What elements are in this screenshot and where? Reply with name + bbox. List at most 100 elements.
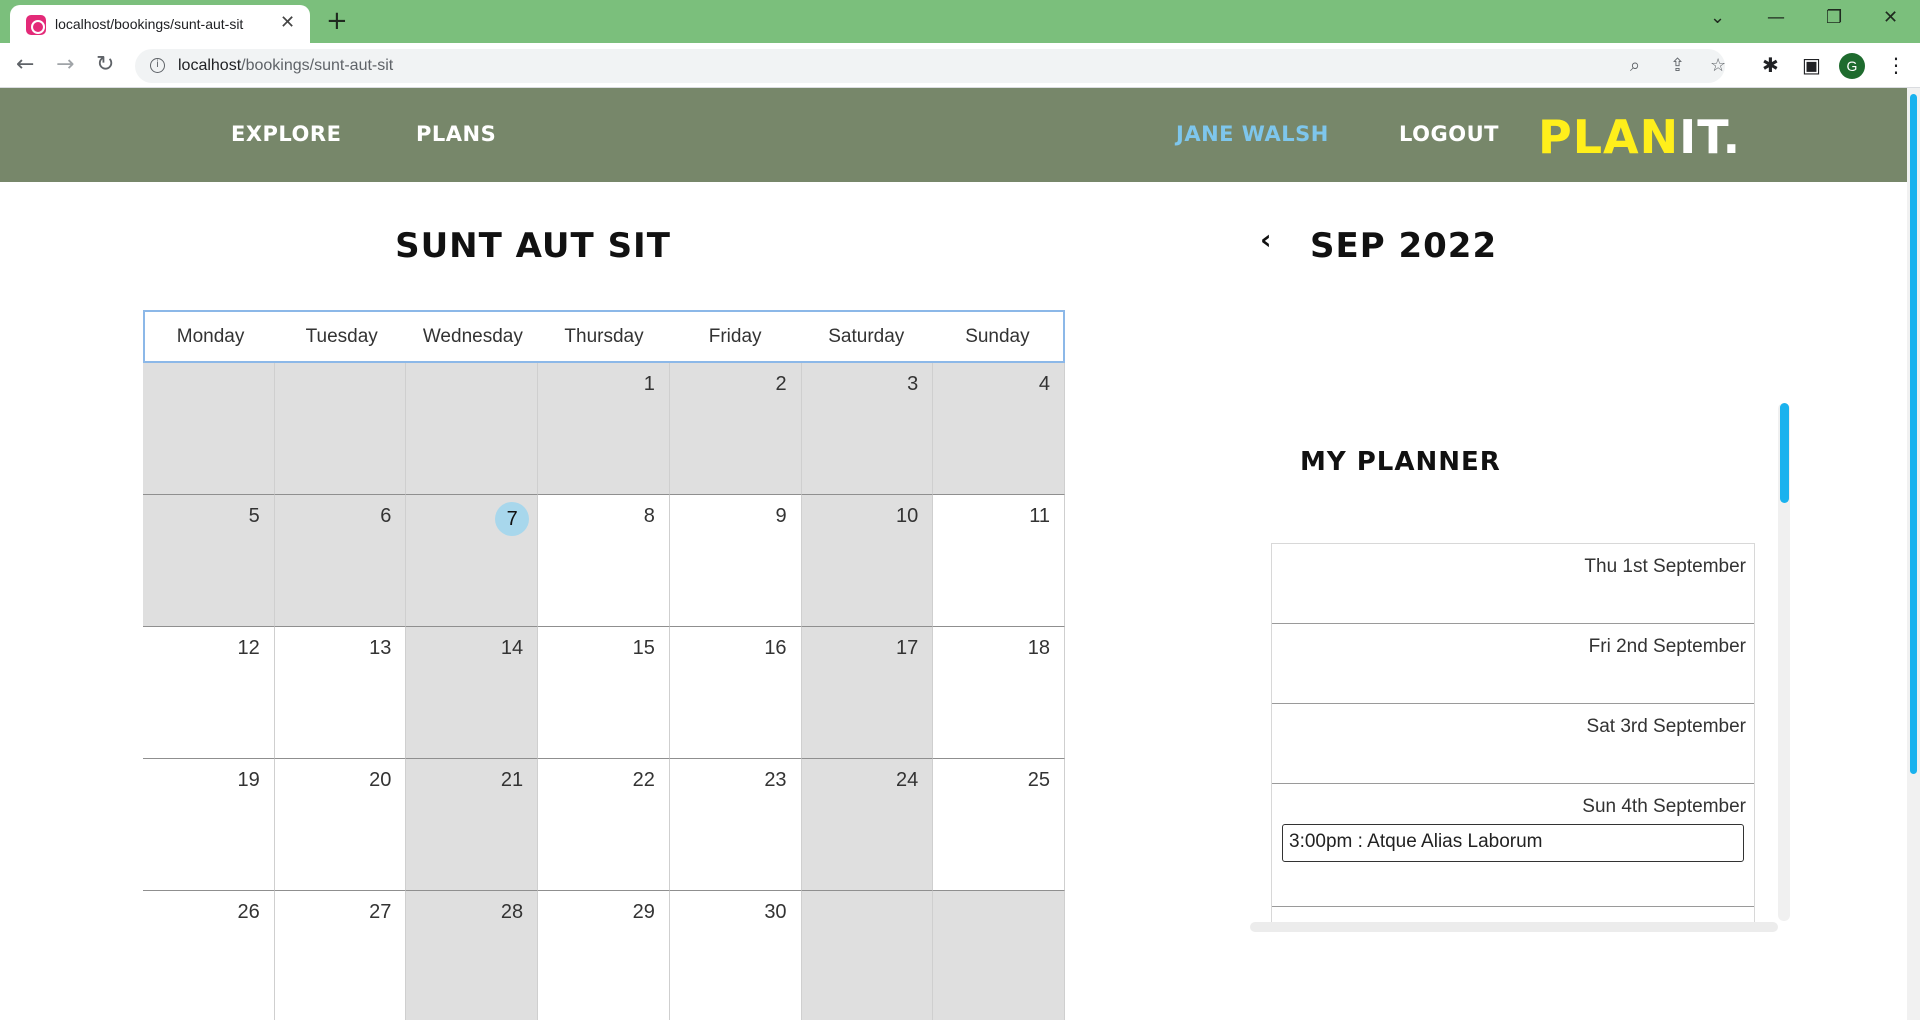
planner-event[interactable]: 3:00pm : Atque Alias Laborum [1282, 824, 1744, 862]
tab-search-chevron-icon[interactable]: ⌄ [1710, 6, 1725, 30]
menu-kebab-icon[interactable]: ⋮ [1886, 53, 1906, 77]
calendar-day[interactable]: 20 [274, 759, 407, 891]
planner-day: Sun 4th September 3:00pm : Atque Alias L… [1272, 784, 1754, 907]
nav-logout-link[interactable]: LOGOUT [1399, 122, 1499, 146]
calendar-day[interactable]: 29 [538, 891, 670, 1020]
planner-list[interactable]: Thu 1st September Fri 2nd September Sat … [1271, 543, 1755, 923]
day-number: 2 [775, 373, 787, 395]
nav-user-link[interactable]: JANE WALSH [1176, 122, 1329, 146]
calendar-day[interactable]: 17 [801, 627, 934, 759]
browser-tab[interactable]: localhost/bookings/sunt-aut-sit ✕ [10, 5, 310, 43]
calendar-day[interactable]: 30 [669, 891, 802, 1020]
calendar-day[interactable]: 2 [669, 363, 802, 495]
calendar-day[interactable]: 10 [801, 495, 934, 627]
browser-toolbar: ← → ↻ i localhost/bookings/sunt-aut-sit … [0, 43, 1920, 88]
tab-title: localhost/bookings/sunt-aut-sit [55, 16, 244, 32]
calendar-day[interactable]: 11 [933, 495, 1065, 627]
nav-explore-link[interactable]: EXPLORE [231, 122, 341, 146]
weekday-label: Tuesday [305, 326, 378, 347]
calendar-day-today[interactable]: 7 [406, 495, 539, 627]
calendar-day[interactable]: 13 [274, 627, 407, 759]
planit-logo[interactable]: PLANIT. [1538, 110, 1741, 164]
weekday-label: Saturday [828, 326, 905, 347]
calendar-day[interactable]: 19 [143, 759, 275, 891]
calendar-day[interactable]: 25 [933, 759, 1065, 891]
planner-date: Sat 3rd September [1586, 716, 1746, 737]
forward-arrow-icon[interactable]: → [56, 53, 74, 77]
page-scrollbar-thumb[interactable] [1910, 94, 1917, 774]
day-number: 23 [764, 769, 787, 791]
reload-icon[interactable]: ↻ [96, 53, 114, 77]
calendar-day-empty [406, 363, 539, 495]
calendar-day[interactable]: 9 [669, 495, 802, 627]
weekday-label: Sunday [965, 326, 1030, 347]
planner-date: Thu 1st September [1584, 556, 1746, 577]
planner-title: MY PLANNER [1300, 447, 1501, 477]
zoom-icon[interactable]: ⌕ [1630, 55, 1640, 77]
calendar-day[interactable]: 24 [801, 759, 934, 891]
planner-date: Sun 4th September [1582, 796, 1746, 817]
day-number: 16 [764, 637, 787, 659]
weekday-label: Monday [176, 326, 245, 347]
day-number: 18 [1027, 637, 1050, 659]
calendar-day[interactable]: 14 [406, 627, 539, 759]
profile-avatar[interactable]: G [1839, 53, 1865, 79]
calendar-day[interactable]: 23 [669, 759, 802, 891]
day-number: 30 [764, 901, 787, 923]
day-number: 8 [643, 505, 655, 527]
day-number: 25 [1027, 769, 1050, 791]
day-number: 5 [248, 505, 260, 527]
calendar-day[interactable]: 18 [933, 627, 1065, 759]
planner-vertical-scrollbar[interactable] [1778, 403, 1790, 921]
page-scrollbar[interactable] [1907, 88, 1920, 1020]
bookmark-star-icon[interactable]: ☆ [1710, 55, 1726, 77]
calendar-day[interactable]: 8 [538, 495, 670, 627]
calendar-day[interactable]: 4 [933, 363, 1065, 495]
calendar-day[interactable]: 5 [143, 495, 275, 627]
today-marker: 7 [495, 502, 530, 536]
day-number: 15 [632, 637, 655, 659]
site-favicon-icon [26, 15, 46, 35]
day-number: 19 [237, 769, 260, 791]
new-tab-icon[interactable]: + [326, 6, 348, 36]
planner-day: Sat 3rd September [1272, 704, 1754, 784]
calendar-day[interactable]: 16 [669, 627, 802, 759]
extensions-puzzle-icon[interactable]: ✱ [1762, 53, 1779, 77]
day-number: 6 [380, 505, 392, 527]
day-number: 4 [1038, 373, 1050, 395]
day-number: 14 [500, 637, 524, 659]
calendar-day[interactable]: 22 [538, 759, 670, 891]
nav-plans-link[interactable]: PLANS [416, 122, 496, 146]
planner-scrollbar-thumb[interactable] [1780, 403, 1789, 503]
weekday-label: Friday [708, 326, 762, 347]
calendar-day[interactable]: 15 [538, 627, 670, 759]
weekday-label: Wednesday [422, 326, 523, 347]
day-number: 9 [775, 505, 787, 527]
planner-horizontal-scrollbar[interactable] [1250, 922, 1778, 932]
site-info-icon[interactable]: i [150, 58, 165, 73]
day-number: 26 [237, 901, 260, 923]
address-bar[interactable]: i localhost/bookings/sunt-aut-sit ⌕ ⇪ ☆ [135, 49, 1726, 83]
share-icon[interactable]: ⇪ [1670, 55, 1685, 77]
prev-month-chevron-icon[interactable]: ‹ [1260, 222, 1272, 258]
calendar-day-empty [801, 891, 934, 1020]
next-month-chevron-icon[interactable]: › [1482, 222, 1494, 258]
url-text: localhost/bookings/sunt-aut-sit [178, 57, 394, 74]
window-close-icon[interactable]: ✕ [1883, 6, 1898, 30]
day-number: 29 [632, 901, 655, 923]
calendar-day[interactable]: 27 [274, 891, 407, 1020]
calendar-day[interactable]: 6 [274, 495, 407, 627]
restore-icon[interactable]: ❐ [1826, 6, 1842, 30]
minimize-icon[interactable]: — [1767, 6, 1785, 30]
calendar-day[interactable]: 1 [538, 363, 670, 495]
calendar-day[interactable]: 28 [406, 891, 539, 1020]
back-arrow-icon[interactable]: ← [16, 53, 34, 77]
calendar-day[interactable]: 3 [801, 363, 934, 495]
side-panel-icon[interactable]: ▣ [1802, 53, 1821, 77]
day-number: 20 [369, 769, 392, 791]
day-number: 27 [369, 901, 392, 923]
calendar-day[interactable]: 21 [406, 759, 539, 891]
tab-close-icon[interactable]: ✕ [280, 12, 295, 34]
calendar-day[interactable]: 12 [143, 627, 275, 759]
calendar-day[interactable]: 26 [143, 891, 275, 1020]
